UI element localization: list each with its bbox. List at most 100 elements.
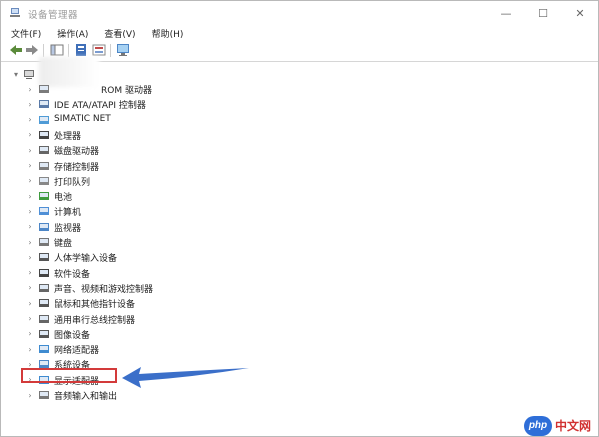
tree-item-label: 鼠标和其他指针设备 [54,300,136,311]
camera-icon [39,329,49,338]
maximize-button[interactable]: ☐ [525,1,561,25]
keyboard-icon [39,238,49,246]
expand-chevron-icon[interactable]: › [25,283,35,293]
window-title: 设备管理器 [28,10,79,21]
tree-item-label: 监视器 [54,223,82,234]
tree-item-label: 人体学输入设备 [54,254,118,265]
tree-item-label: 打印队列 [54,177,91,188]
menu-help[interactable]: 帮助(H) [142,27,190,40]
toolbar-separator [110,44,111,57]
tree-item[interactable]: › 网络适配器 [1,342,561,357]
menu-bar: 文件(F) 操作(A) 查看(V) 帮助(H) [1,25,598,41]
ide-controller-icon [39,100,49,109]
monitor-icon [39,222,49,231]
device-manager-window: 设备管理器 — ☐ ✕ 文件(F) 操作(A) 查看(V) 帮助(H) ▾ › … [0,0,599,437]
tree-item[interactable]: › 监视器 [1,220,561,235]
printer-icon [39,176,49,185]
disk-drive-icon [39,146,49,155]
tree-item-label: IDE ATA/ATAPI 控制器 [54,101,146,112]
computer-icon [39,207,49,216]
sound-icon [39,283,49,292]
tree-item[interactable]: › ROM 驱动器 [1,82,561,97]
show-hide-console-tree-icon[interactable] [50,43,64,57]
cdrom-drive-icon [39,85,49,93]
tree-item[interactable]: › 计算机 [1,204,561,219]
toolbar-separator [68,44,69,57]
tree-item[interactable]: › 图像设备 [1,327,561,342]
help-icon[interactable] [92,43,106,57]
expand-chevron-icon[interactable]: › [25,314,35,324]
tree-item[interactable]: › 处理器 [1,128,561,143]
tree-item-label: SIMATIC NET [54,113,111,124]
expand-chevron-icon[interactable]: › [25,176,35,186]
expand-chevron-icon[interactable]: › [25,99,35,109]
tree-item[interactable]: › 声音、视频和游戏控制器 [1,281,561,296]
tree-item-label: 音频输入和输出 [54,392,118,402]
highlight-box [21,368,117,383]
minimize-button[interactable]: — [488,1,524,25]
tree-item-label: 处理器 [54,131,82,142]
tree-item[interactable]: › SIMATIC NET [1,113,561,128]
expand-chevron-icon[interactable]: › [25,191,35,201]
expand-chevron-icon[interactable]: › [25,222,35,232]
tree-item-label: 存储控制器 [54,162,100,173]
tree-item[interactable]: › 打印队列 [1,174,561,189]
expand-chevron-icon[interactable]: › [25,298,35,308]
storage-controller-icon [39,161,49,170]
tree-item[interactable]: › 人体学输入设备 [1,250,561,265]
expand-chevron-icon[interactable]: › [25,84,35,94]
expand-chevron-icon[interactable]: › [25,268,35,278]
expand-chevron-icon[interactable]: › [25,390,35,400]
tree-item-label: 软件设备 [54,269,91,280]
tree-item[interactable]: › 磁盘驱动器 [1,143,561,158]
tree-item[interactable]: › 键盘 [1,235,561,250]
expand-chevron-icon[interactable]: › [25,130,35,140]
audio-io-icon [39,391,49,399]
forward-arrow-icon[interactable] [25,43,39,57]
back-arrow-icon[interactable] [9,43,23,57]
expand-chevron-icon[interactable]: › [25,206,35,216]
close-button[interactable]: ✕ [562,1,598,25]
tree-item[interactable]: › 音频输入和输出 [1,388,561,403]
expand-chevron-icon[interactable]: › [25,237,35,247]
tree-item-label: 电池 [54,193,73,204]
expand-chevron-icon[interactable]: › [25,252,35,262]
tree-item-label: 键盘 [54,239,73,249]
tree-item-label: ROM 驱动器 [101,86,152,96]
tree-item-label: 磁盘驱动器 [54,147,100,158]
properties-icon[interactable] [74,43,88,57]
network-adapter-icon [39,345,49,354]
expand-chevron-icon[interactable]: › [25,115,35,125]
software-device-icon [39,268,49,277]
collapse-chevron-icon[interactable]: ▾ [11,69,21,79]
expand-chevron-icon[interactable]: › [25,344,35,354]
watermark-text: 中文网 [555,419,592,433]
menu-file[interactable]: 文件(F) [1,27,47,40]
tree-item[interactable]: › 鼠标和其他指针设备 [1,296,561,311]
expand-chevron-icon[interactable]: › [25,161,35,171]
tree-item[interactable]: › 电池 [1,189,561,204]
battery-icon [39,192,49,201]
toolbar-separator [43,44,44,57]
network-simatic-icon [39,115,49,124]
expand-chevron-icon[interactable]: › [25,145,35,155]
tree-item-label: 通用串行总线控制器 [54,315,136,326]
device-manager-app-icon [10,8,20,17]
title-bar: 设备管理器 — ☐ ✕ [1,1,598,25]
processor-icon [39,130,49,139]
menu-action[interactable]: 操作(A) [47,27,94,40]
tree-item-label: 计算机 [54,208,82,219]
tree-item[interactable]: › IDE ATA/ATAPI 控制器 [1,97,561,112]
computer-root-icon [24,70,34,79]
usb-icon [39,314,49,323]
tree-item[interactable]: › 存储控制器 [1,159,561,174]
php-watermark: php 中文网 [524,413,598,436]
tree-item[interactable]: › 通用串行总线控制器 [1,312,561,327]
mouse-icon [39,299,49,308]
menu-view[interactable]: 查看(V) [94,27,141,40]
php-logo: php [524,415,552,436]
tree-item-label: 网络适配器 [54,346,100,357]
expand-chevron-icon[interactable]: › [25,329,35,339]
scan-hardware-monitor-icon[interactable] [116,43,130,57]
tree-item[interactable]: › 软件设备 [1,266,561,281]
